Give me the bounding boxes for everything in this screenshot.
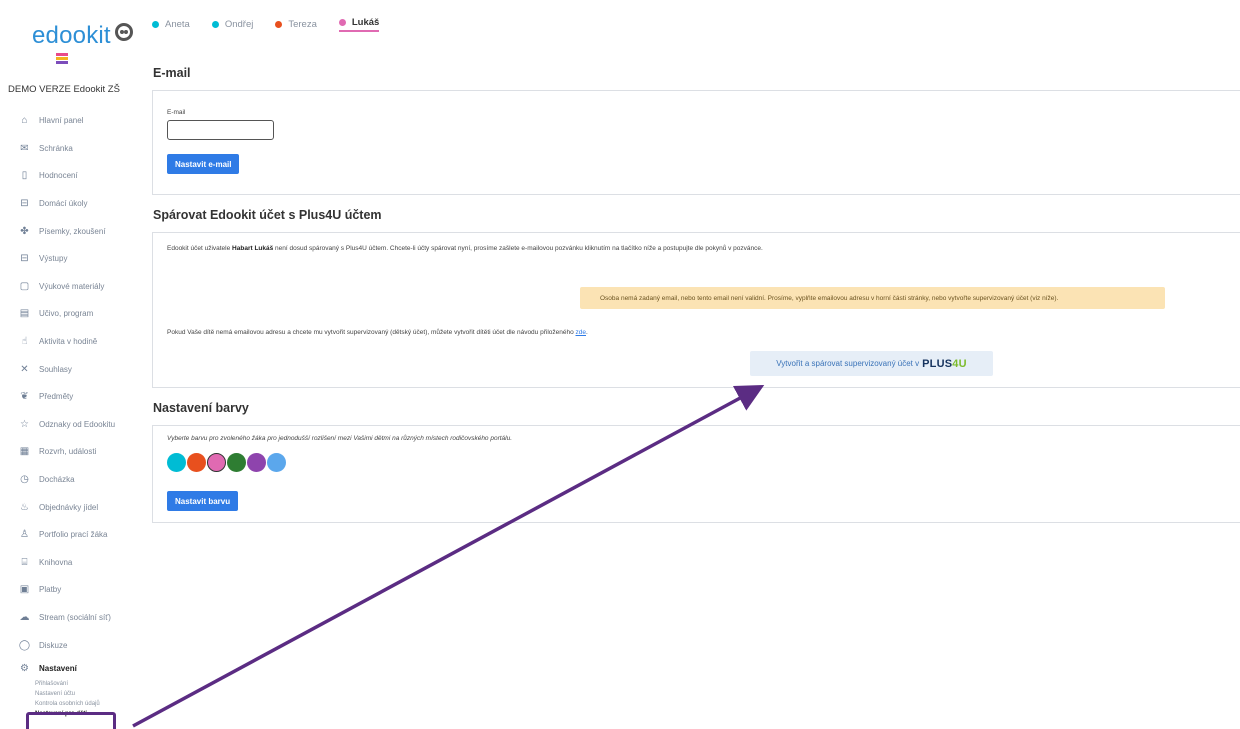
kid-tab-tereza[interactable]: Tereza [275, 17, 317, 32]
activity-icon: ☝ [21, 336, 28, 348]
payment-icon: ▣ [19, 584, 30, 596]
sidebar-item-odznaky[interactable]: ☆ Odznaky od Edookitu [0, 411, 140, 439]
color-swatch-green[interactable] [227, 453, 246, 472]
guide-link[interactable]: zde [576, 329, 586, 336]
sidebar-item-domaci-ukoly[interactable]: ⊟ Domácí úkoly [0, 190, 140, 218]
sidebar-item-vyukove-materialy[interactable]: ▢ Výukové materiály [0, 273, 140, 301]
mail-icon: ✉ [20, 142, 29, 154]
invalid-email-warning: Osoba nemá zadaný email, nebo tento emai… [580, 287, 1165, 309]
logo-text: edookit [32, 22, 111, 49]
sidebar-sub-prihlasovani[interactable]: Přihlašování [0, 679, 140, 689]
chat-icon: ◯ [18, 639, 31, 651]
supervised-account-text: Pokud Vaše dítě nemá emailovou adresu a … [167, 329, 588, 336]
edookit-logo[interactable]: edookit [32, 22, 133, 50]
homework-icon: ⊟ [20, 198, 29, 210]
cloud-icon: ☁ [19, 611, 30, 623]
email-input[interactable] [167, 120, 274, 140]
sidebar-item-stream[interactable]: ☁ Stream (sociální síť) [0, 604, 140, 632]
color-swatch-blue[interactable] [267, 453, 286, 472]
color-swatch-pink[interactable] [207, 453, 226, 472]
plus4u-section-title: Spárovat Edookit účet s Plus4U účtem [153, 208, 382, 222]
food-icon: ♨ [20, 501, 29, 513]
annotation-highlight-box [26, 712, 116, 729]
color-section-title: Nastavení barvy [153, 401, 249, 415]
grade-icon: ▯ [21, 170, 28, 182]
subjects-icon: ❦ [20, 391, 29, 403]
sidebar-item-portfolio[interactable]: ♙ Portfolio prací žáka [0, 521, 140, 549]
plus4u-logo: PLUS4U [922, 357, 967, 370]
set-color-button[interactable]: Nastavit barvu [167, 491, 239, 511]
kid-color-dot [152, 21, 159, 28]
color-swatch-orange[interactable] [187, 453, 206, 472]
outputs-icon: ⊟ [20, 253, 29, 265]
kid-tab-ondrej[interactable]: Ondřej [211, 17, 253, 32]
sidebar-item-knihovna[interactable]: ⌸ Knihovna [0, 549, 140, 577]
color-swatch-cyan[interactable] [167, 453, 186, 472]
home-icon: ⌂ [21, 115, 28, 127]
color-swatches [167, 453, 287, 472]
color-swatch-purple[interactable] [247, 453, 266, 472]
school-name: DEMO VERZE Edookit ZŠ [8, 84, 120, 95]
kid-color-dot [338, 19, 346, 26]
kid-tab-aneta[interactable]: Aneta [152, 17, 190, 32]
materials-icon: ▢ [19, 280, 30, 292]
email-label: E-mail [167, 109, 186, 116]
sidebar-item-hlavni-panel[interactable]: ⌂ Hlavní panel [0, 107, 140, 135]
color-description: Vyberte barvu pro zvoleného žáka pro jed… [167, 435, 513, 442]
sidebar-item-objednavky[interactable]: ♨ Objednávky jídel [0, 493, 140, 521]
sidebar-item-pisemky[interactable]: ✤ Písemky, zkoušení [0, 217, 140, 245]
sidebar-item-vystupy[interactable]: ⊟ Výstupy [0, 245, 140, 273]
sidebar-item-ucivo[interactable]: ▤ Učivo, program [0, 300, 140, 328]
kid-color-dot [275, 21, 283, 28]
library-icon: ⌸ [21, 556, 28, 568]
exam-icon: ✤ [20, 225, 29, 237]
kid-tab-lukas[interactable]: Lukáš [338, 17, 380, 32]
sidebar-item-predmety[interactable]: ❦ Předměty [0, 383, 140, 411]
clock-icon: ◷ [20, 474, 29, 486]
gear-icon: ⚙ [20, 663, 29, 675]
sidebar-sub-kontrola-udaju[interactable]: Kontrola osobních údajů [0, 699, 140, 709]
sidebar-item-diskuze[interactable]: ◯ Diskuze [0, 631, 140, 659]
star-icon: ☆ [20, 418, 29, 430]
calendar-icon: ▦ [19, 446, 30, 458]
color-card: Vyberte barvu pro zvoleného žáka pro jed… [152, 425, 1240, 523]
sidebar-item-rozvrh[interactable]: ▦ Rozvrh, události [0, 438, 140, 466]
sidebar-item-platby[interactable]: ▣ Platby [0, 576, 140, 604]
create-supervised-account-button[interactable]: Vytvořit a spárovat supervizovaný účet v… [750, 351, 993, 376]
plus4u-card: Edookit účet uživatele Habart Lukáš není… [152, 232, 1240, 388]
sidebar-sub-nastaveni-uctu[interactable]: Nastavení účtu [0, 689, 140, 699]
sidebar-item-schranka[interactable]: ✉ Schránka [0, 135, 140, 163]
sidebar-item-nastaveni[interactable]: ⚙ Nastavení [0, 659, 140, 679]
user-icon: ♙ [20, 529, 29, 541]
user-name: Habart Lukáš [232, 245, 274, 252]
kid-tabs: Aneta Ondřej Tereza Lukáš [152, 17, 380, 32]
email-section-title: E-mail [153, 66, 191, 80]
sidebar: edookit DEMO VERZE Edookit ZŠ ⌂ Hlavní pa… [0, 0, 140, 729]
sidebar-item-souhlasy[interactable]: ✕ Souhlasy [0, 355, 140, 383]
plus4u-intro-text: Edookit účet uživatele Habart Lukáš není… [167, 245, 763, 252]
kid-color-dot [211, 21, 219, 28]
consent-icon: ✕ [20, 363, 29, 375]
email-card: E-mail Nastavit e-mail [152, 90, 1240, 195]
curriculum-icon: ▤ [19, 308, 30, 320]
sidebar-item-dochazka[interactable]: ◷ Docházka [0, 466, 140, 494]
owl-icon [114, 23, 133, 41]
sidebar-item-aktivita[interactable]: ☝ Aktivita v hodině [0, 328, 140, 356]
sidebar-item-hodnoceni[interactable]: ▯ Hodnocení [0, 162, 140, 190]
sidebar-nav: ⌂ Hlavní panel ✉ Schránka ▯ Hodnocení ⊟ Domá… [0, 107, 140, 719]
set-email-button[interactable]: Nastavit e-mail [167, 154, 240, 174]
school-logo [56, 53, 68, 67]
